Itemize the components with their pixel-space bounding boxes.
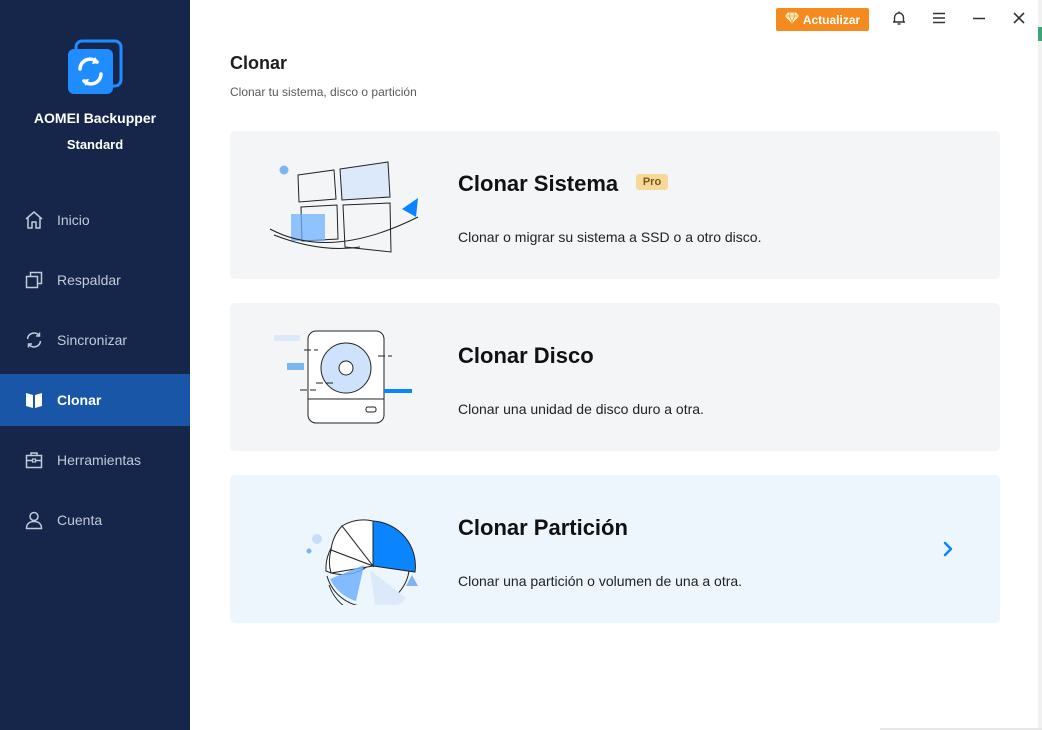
- windows-migrate-icon: [260, 149, 430, 261]
- page-title: Clonar: [230, 53, 288, 73]
- sidebar-item-inicio[interactable]: Inicio: [0, 194, 190, 246]
- user-icon: [24, 510, 44, 530]
- close-button[interactable]: [1007, 8, 1031, 32]
- clone-icon: [24, 390, 44, 410]
- card-title: Clonar Partición: [458, 515, 628, 540]
- card-description: Clonar una partición o volumen de una a …: [458, 573, 743, 589]
- clone-disk-card[interactable]: Clonar Disco Clonar una unidad de disco …: [230, 303, 1000, 451]
- card-description: Clonar una unidad de disco duro a otra.: [458, 401, 704, 417]
- hard-disk-icon: [260, 321, 430, 433]
- close-icon: [1011, 10, 1027, 31]
- copy-icon: [24, 270, 44, 290]
- clone-system-card[interactable]: Clonar Sistema Pro Clonar o migrar su si…: [230, 131, 1000, 279]
- sync-icon: [24, 330, 44, 350]
- notifications-button[interactable]: [887, 8, 911, 32]
- sidebar-item-herramientas[interactable]: Herramientas: [0, 434, 190, 486]
- sidebar-item-clonar[interactable]: Clonar: [0, 374, 190, 426]
- sidebar-item-label: Inicio: [57, 212, 90, 228]
- minimize-button[interactable]: [967, 8, 991, 32]
- pie-partition-icon: [260, 493, 430, 616]
- card-title: Clonar Sistema: [458, 171, 619, 196]
- clone-partition-card[interactable]: Clonar Partición Clonar una partición o …: [230, 475, 1000, 623]
- sidebar: AOMEI Backupper Standard Inicio Respalda…: [0, 0, 190, 730]
- sidebar-item-sincronizar[interactable]: Sincronizar: [0, 314, 190, 366]
- page-subtitle: Clonar tu sistema, disco o partición: [230, 85, 417, 99]
- sidebar-item-label: Sincronizar: [57, 332, 128, 348]
- sidebar-item-cuenta[interactable]: Cuenta: [0, 494, 190, 546]
- upgrade-button[interactable]: Actualizar: [776, 8, 869, 31]
- chevron-right-icon[interactable]: [938, 539, 958, 559]
- card-title: Clonar Disco: [458, 343, 594, 368]
- sidebar-item-label: Herramientas: [57, 452, 142, 468]
- sidebar-item-label: Clonar: [57, 392, 102, 408]
- background-window-edge: [1038, 0, 1042, 730]
- pro-badge: Pro: [636, 174, 668, 190]
- menu-button[interactable]: [927, 8, 951, 32]
- card-description: Clonar o migrar su sistema a SSD o a otr…: [458, 229, 762, 245]
- sidebar-item-respaldar[interactable]: Respaldar: [0, 254, 190, 306]
- sidebar-item-label: Respaldar: [57, 272, 121, 288]
- app-name: AOMEI Backupper: [33, 110, 157, 126]
- menu-icon: [931, 10, 947, 31]
- bell-icon: [891, 10, 907, 31]
- toolbox-icon: [24, 450, 44, 470]
- app-edition: Standard: [66, 137, 124, 152]
- app-logo-icon: [66, 38, 124, 96]
- background-window-accent: [1038, 27, 1042, 41]
- upgrade-label: Actualizar: [802, 12, 861, 27]
- home-icon: [24, 210, 44, 230]
- sidebar-item-label: Cuenta: [57, 512, 103, 528]
- minimize-icon: [971, 10, 987, 31]
- diamond-icon: [784, 12, 799, 27]
